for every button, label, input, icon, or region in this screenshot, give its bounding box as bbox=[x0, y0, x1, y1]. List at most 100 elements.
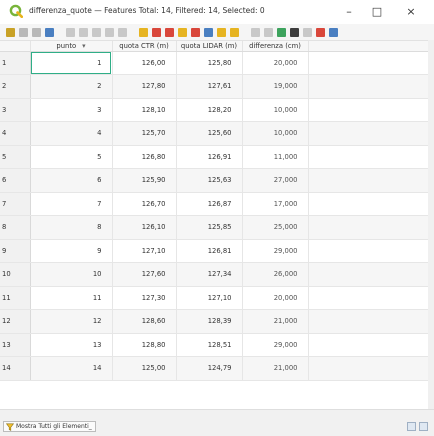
cell-quota-ctr[interactable]: 127,60 bbox=[112, 262, 177, 287]
cell-differenza[interactable]: 17,000 bbox=[242, 192, 309, 216]
cell-differenza[interactable]: 10,000 bbox=[242, 121, 309, 146]
row-number[interactable]: 14 bbox=[0, 356, 31, 381]
cell-punto[interactable]: 4 bbox=[30, 121, 113, 146]
close-button[interactable]: × bbox=[400, 3, 422, 19]
cell-differenza[interactable]: 29,000 bbox=[242, 239, 309, 263]
cell-differenza[interactable]: 29,000 bbox=[242, 333, 309, 357]
copy-rows-icon[interactable] bbox=[251, 27, 260, 37]
invert-selection-icon[interactable] bbox=[165, 27, 174, 37]
cell-quota-lidar[interactable]: 126,81 bbox=[176, 239, 243, 263]
cell-punto[interactable]: 2 bbox=[30, 74, 113, 99]
show-all-features-button[interactable]: Mostra Tutti gli Elementi_ bbox=[3, 421, 96, 432]
cell-quota-ctr[interactable]: 125,00 bbox=[112, 356, 177, 381]
cell-quota-ctr[interactable]: 126,10 bbox=[112, 215, 177, 240]
cell-differenza[interactable]: 20,000 bbox=[242, 286, 309, 310]
table-row[interactable]: 6 6 125,90 125,63 27,000 bbox=[0, 168, 428, 193]
row-number[interactable]: 7 bbox=[0, 192, 31, 216]
row-number[interactable]: 2 bbox=[0, 74, 31, 99]
row-number[interactable]: 6 bbox=[0, 168, 31, 193]
zoom-to-selection-icon[interactable] bbox=[230, 27, 239, 37]
cell-quota-lidar[interactable]: 125,85 bbox=[176, 215, 243, 240]
row-number[interactable]: 3 bbox=[0, 98, 31, 122]
cell-punto[interactable]: 12 bbox=[30, 309, 113, 334]
title-bar[interactable]: differenza_quote — Features Total: 14, F… bbox=[0, 0, 434, 24]
table-row[interactable]: 1 1 126,00 125,80 20,000 bbox=[0, 51, 428, 75]
cut-icon[interactable] bbox=[92, 27, 101, 37]
table-row[interactable]: 2 2 127,80 127,61 19,000 bbox=[0, 74, 428, 99]
cell-quota-ctr[interactable]: 128,80 bbox=[112, 333, 177, 357]
cell-differenza[interactable]: 21,000 bbox=[242, 356, 309, 381]
delete-field-icon[interactable] bbox=[290, 27, 299, 37]
cell-quota-lidar[interactable]: 128,51 bbox=[176, 333, 243, 357]
save-edits-icon[interactable] bbox=[32, 27, 41, 37]
cell-quota-lidar[interactable]: 124,79 bbox=[176, 356, 243, 381]
column-header-differenza[interactable]: differenza (cm) bbox=[242, 41, 309, 52]
cell-punto[interactable]: 8 bbox=[30, 215, 113, 240]
row-number[interactable]: 5 bbox=[0, 145, 31, 169]
cell-quota-ctr[interactable]: 125,70 bbox=[112, 121, 177, 146]
delete-feature-icon[interactable] bbox=[79, 27, 88, 37]
table-view-icon[interactable] bbox=[419, 422, 428, 431]
cell-quota-ctr[interactable]: 127,30 bbox=[112, 286, 177, 310]
cell-punto[interactable]: 6 bbox=[30, 168, 113, 193]
cell-quota-lidar[interactable]: 128,39 bbox=[176, 309, 243, 334]
dock-icon[interactable] bbox=[329, 27, 338, 37]
cell-quota-lidar[interactable]: 125,63 bbox=[176, 168, 243, 193]
table-row[interactable]: 5 5 126,80 126,91 11,000 bbox=[0, 145, 428, 169]
cell-quota-lidar[interactable]: 126,91 bbox=[176, 145, 243, 169]
table-row[interactable]: 4 4 125,70 125,60 10,000 bbox=[0, 121, 428, 146]
filter-select-icon[interactable] bbox=[191, 27, 200, 37]
select-expression-icon[interactable] bbox=[139, 27, 148, 37]
deselect-icon[interactable] bbox=[178, 27, 187, 37]
cell-quota-ctr[interactable]: 128,60 bbox=[112, 309, 177, 334]
pencil-icon[interactable] bbox=[6, 27, 15, 37]
row-number[interactable]: 12 bbox=[0, 309, 31, 334]
add-feature-icon[interactable] bbox=[66, 27, 75, 37]
move-selection-top-icon[interactable] bbox=[204, 27, 213, 37]
vertical-scrollbar[interactable] bbox=[428, 40, 434, 409]
copy-icon[interactable] bbox=[105, 27, 114, 37]
cell-punto[interactable]: 3 bbox=[30, 98, 113, 122]
cell-quota-lidar[interactable]: 127,10 bbox=[176, 286, 243, 310]
reload-icon[interactable] bbox=[45, 27, 54, 37]
table-row[interactable]: 8 8 126,10 125,85 25,000 bbox=[0, 215, 428, 240]
table-row[interactable]: 12 12 128,60 128,39 21,000 bbox=[0, 309, 428, 334]
maximize-button[interactable]: □ bbox=[366, 3, 388, 19]
field-calculator-icon[interactable] bbox=[303, 27, 312, 37]
table-row[interactable]: 3 3 128,10 128,20 10,000 bbox=[0, 98, 428, 122]
select-all-icon[interactable] bbox=[152, 27, 161, 37]
cell-punto[interactable]: 5 bbox=[30, 145, 113, 169]
cell-punto[interactable]: 11 bbox=[30, 286, 113, 310]
cell-quota-lidar[interactable]: 127,34 bbox=[176, 262, 243, 287]
cell-quota-ctr[interactable]: 127,80 bbox=[112, 74, 177, 99]
cell-quota-lidar[interactable]: 125,60 bbox=[176, 121, 243, 146]
table-row[interactable]: 10 10 127,60 127,34 26,000 bbox=[0, 262, 428, 287]
cell-differenza[interactable]: 11,000 bbox=[242, 145, 309, 169]
cell-quota-lidar[interactable]: 127,61 bbox=[176, 74, 243, 99]
form-view-icon[interactable] bbox=[407, 422, 416, 431]
cell-quota-lidar[interactable]: 125,80 bbox=[176, 51, 243, 75]
cell-punto[interactable]: 13 bbox=[30, 333, 113, 357]
corner-header[interactable] bbox=[0, 41, 31, 52]
new-field-icon[interactable] bbox=[277, 27, 286, 37]
column-header-punto[interactable]: punto ▾ bbox=[30, 41, 113, 52]
cell-punto[interactable]: 10 bbox=[30, 262, 113, 287]
row-number[interactable]: 8 bbox=[0, 215, 31, 240]
cell-differenza[interactable]: 26,000 bbox=[242, 262, 309, 287]
row-number[interactable]: 10 bbox=[0, 262, 31, 287]
cell-quota-ctr[interactable]: 126,00 bbox=[112, 51, 177, 75]
conditional-formatting-icon[interactable] bbox=[316, 27, 325, 37]
cell-quota-lidar[interactable]: 128,20 bbox=[176, 98, 243, 122]
cell-differenza[interactable]: 21,000 bbox=[242, 309, 309, 334]
cell-differenza[interactable]: 27,000 bbox=[242, 168, 309, 193]
row-number[interactable]: 11 bbox=[0, 286, 31, 310]
cell-quota-ctr[interactable]: 126,80 bbox=[112, 145, 177, 169]
row-number[interactable]: 9 bbox=[0, 239, 31, 263]
table-row[interactable]: 14 14 125,00 124,79 21,000 bbox=[0, 356, 428, 381]
paste-icon[interactable] bbox=[118, 27, 127, 37]
cell-punto[interactable]: 1 bbox=[30, 51, 113, 75]
cell-punto[interactable]: 9 bbox=[30, 239, 113, 263]
column-header-quota-ctr[interactable]: quota CTR (m) bbox=[112, 41, 177, 52]
cell-punto[interactable]: 7 bbox=[30, 192, 113, 216]
row-number[interactable]: 4 bbox=[0, 121, 31, 146]
